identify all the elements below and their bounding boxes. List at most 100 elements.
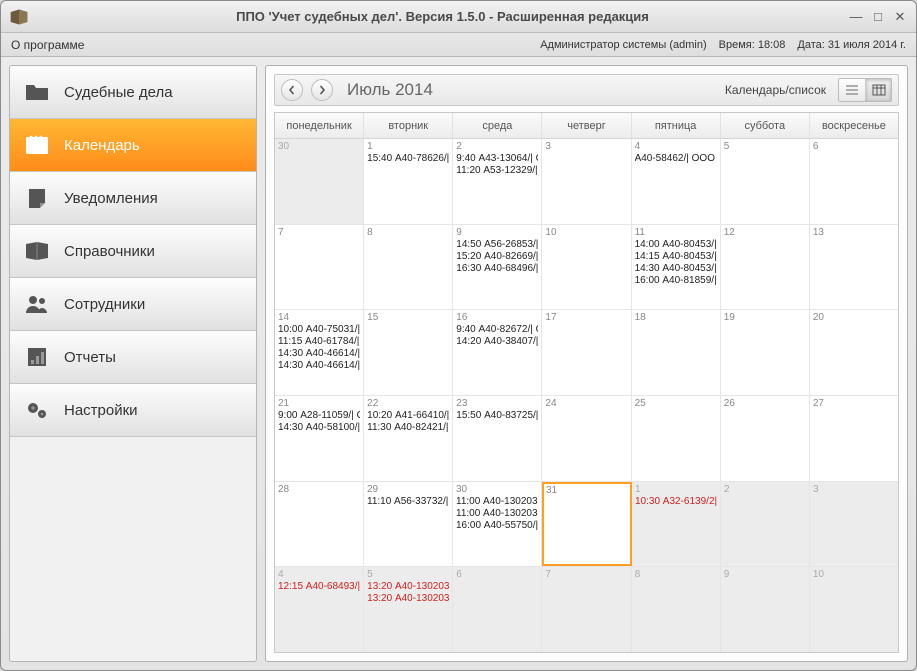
calendar-event[interactable]: 16:00 А40-81859/| С [635, 275, 717, 287]
calendar-event[interactable]: 14:30 А40-80453/| С [635, 263, 717, 275]
day-cell[interactable]: 115:40 А40-78626/| С [364, 139, 453, 224]
sidebar-item-note[interactable]: Уведомления [10, 172, 256, 225]
week-row: 412:15 А40-68493/| З513:20 А40-130203| З… [275, 567, 898, 652]
day-cell[interactable]: 3 [542, 139, 631, 224]
day-cell[interactable]: 169:40 А40-82672/| С14:20 А40-38407/| С [453, 310, 542, 395]
day-cell[interactable]: 20 [810, 310, 898, 395]
sidebar-item-folder[interactable]: Судебные дела [10, 66, 256, 119]
sidebar-item-label: Календарь [64, 137, 140, 154]
sidebar-item-label: Справочники [64, 243, 155, 260]
menu-about[interactable]: О программе [11, 38, 84, 52]
sidebar-item-label: Настройки [64, 402, 138, 419]
day-cell[interactable]: 28 [275, 482, 364, 567]
day-cell[interactable]: 2315:50 А40-83725/| С [453, 396, 542, 481]
menubar: О программе Администратор системы (admin… [1, 33, 916, 57]
calendar-event[interactable]: 9:40 А43-13064/| С [456, 153, 538, 165]
calendar-event[interactable]: 15:40 А40-78626/| С [367, 153, 449, 165]
day-cell[interactable]: 6 [453, 567, 542, 652]
day-cell[interactable]: 10 [810, 567, 898, 652]
calendar-event[interactable]: 9:00 А28-11059/| ОС [278, 410, 360, 422]
maximize-button[interactable]: □ [870, 10, 886, 24]
day-number: 5 [367, 569, 449, 581]
day-cell[interactable]: 19 [721, 310, 810, 395]
calendar-event[interactable]: 15:50 А40-83725/| С [456, 410, 538, 422]
day-cell[interactable]: 412:15 А40-68493/| З [275, 567, 364, 652]
calendar-event[interactable]: 14:15 А40-80453/| С [635, 251, 717, 263]
day-cell[interactable]: 31 [542, 482, 632, 567]
calendar-event[interactable]: 11:30 А40-82421/| С [367, 422, 449, 434]
calendar-event[interactable]: 10:20 А41-66410/| С [367, 410, 449, 422]
minimize-button[interactable]: — [848, 10, 864, 24]
day-cell[interactable]: 26 [721, 396, 810, 481]
day-cell[interactable]: 24 [542, 396, 631, 481]
close-button[interactable]: ✕ [892, 10, 908, 24]
calendar-event[interactable]: 14:30 А40-46614/| С [278, 360, 360, 372]
calendar-event[interactable]: 11:10 А56-33732/| С [367, 496, 449, 508]
day-cell[interactable]: 513:20 А40-130203| З13:20 А40-130203| З [364, 567, 453, 652]
day-cell[interactable]: 1410:00 А40-75031/| С11:15 А40-61784/| С… [275, 310, 364, 395]
sidebar-item-chart[interactable]: Отчеты [10, 331, 256, 384]
calendar-event[interactable]: 14:50 А56-26853/| С [456, 239, 538, 251]
day-cell[interactable]: 7 [542, 567, 631, 652]
day-number: 12 [724, 227, 806, 239]
calendar-event[interactable]: 10:30 А32-6139/2| С [635, 496, 717, 508]
day-cell[interactable]: 25 [632, 396, 721, 481]
calendar-event[interactable]: 16:30 А40-68496/| С [456, 263, 538, 275]
day-cell[interactable]: 9 [721, 567, 810, 652]
view-calendar-button[interactable] [865, 79, 891, 101]
day-cell[interactable]: 2911:10 А56-33732/| С [364, 482, 453, 567]
calendar-event[interactable]: 15:20 А40-82669/| С [456, 251, 538, 263]
calendar-event[interactable]: 12:15 А40-68493/| З [278, 581, 360, 593]
day-cell[interactable]: 8 [364, 225, 453, 310]
day-cell[interactable]: 13 [810, 225, 898, 310]
day-cell[interactable]: 15 [364, 310, 453, 395]
day-cell[interactable]: 2 [721, 482, 810, 567]
calendar-event[interactable]: 14:30 А40-58100/| С [278, 422, 360, 434]
window-controls: — □ ✕ [848, 10, 908, 24]
calendar-event[interactable]: 16:00 А40-55750/| С [456, 520, 538, 532]
calendar-event[interactable]: 14:00 А40-80453/| С [635, 239, 717, 251]
sidebar-item-gears[interactable]: Настройки [10, 384, 256, 437]
sidebar-item-calendar[interactable]: Календарь [10, 119, 256, 172]
day-cell[interactable]: 5 [721, 139, 810, 224]
calendar-icon [24, 133, 50, 157]
day-cell[interactable]: 10 [542, 225, 631, 310]
day-cell[interactable]: 3 [810, 482, 898, 567]
sidebar-item-label: Уведомления [64, 190, 158, 207]
sidebar-item-book[interactable]: Справочники [10, 225, 256, 278]
calendar-event[interactable]: 14:30 А40-46614/| С [278, 348, 360, 360]
day-cell[interactable]: 30 [275, 139, 364, 224]
calendar-event[interactable]: 9:40 А40-82672/| С [456, 324, 538, 336]
calendar-event[interactable]: 14:20 А40-38407/| С [456, 336, 538, 348]
calendar-event[interactable]: 11:00 А40-130203| С [456, 508, 538, 520]
calendar-event[interactable]: 13:20 А40-130203| З [367, 581, 449, 593]
day-number: 3 [545, 141, 627, 153]
day-number: 26 [724, 398, 806, 410]
next-month-button[interactable] [311, 79, 333, 101]
view-list-button[interactable] [839, 79, 865, 101]
day-cell[interactable]: 27 [810, 396, 898, 481]
day-cell[interactable]: 29:40 А43-13064/| С11:20 А53-12329/| С [453, 139, 542, 224]
calendar-event[interactable]: 11:15 А40-61784/| С [278, 336, 360, 348]
day-cell[interactable]: 4А40-58462/| ООО С [632, 139, 721, 224]
prev-month-button[interactable] [281, 79, 303, 101]
day-cell[interactable]: 914:50 А56-26853/| С15:20 А40-82669/| С1… [453, 225, 542, 310]
day-cell[interactable]: 2210:20 А41-66410/| С11:30 А40-82421/| С [364, 396, 453, 481]
day-cell[interactable]: 8 [632, 567, 721, 652]
day-cell[interactable]: 219:00 А28-11059/| ОС14:30 А40-58100/| С [275, 396, 364, 481]
sidebar-item-people[interactable]: Сотрудники [10, 278, 256, 331]
day-cell[interactable]: 7 [275, 225, 364, 310]
calendar-event[interactable]: 13:20 А40-130203| З [367, 593, 449, 605]
day-cell[interactable]: 12 [721, 225, 810, 310]
day-cell[interactable]: 1114:00 А40-80453/| С14:15 А40-80453/| С… [632, 225, 721, 310]
day-cell[interactable]: 17 [542, 310, 631, 395]
week-row: 1410:00 А40-75031/| С11:15 А40-61784/| С… [275, 310, 898, 396]
day-cell[interactable]: 6 [810, 139, 898, 224]
day-cell[interactable]: 3011:00 А40-130203| С11:00 А40-130203| С… [453, 482, 542, 567]
day-cell[interactable]: 110:30 А32-6139/2| С [632, 482, 721, 567]
day-cell[interactable]: 18 [632, 310, 721, 395]
calendar-event[interactable]: А40-58462/| ООО С [635, 153, 717, 165]
calendar-event[interactable]: 11:20 А53-12329/| С [456, 165, 538, 177]
calendar-event[interactable]: 10:00 А40-75031/| С [278, 324, 360, 336]
calendar-event[interactable]: 11:00 А40-130203| С [456, 496, 538, 508]
